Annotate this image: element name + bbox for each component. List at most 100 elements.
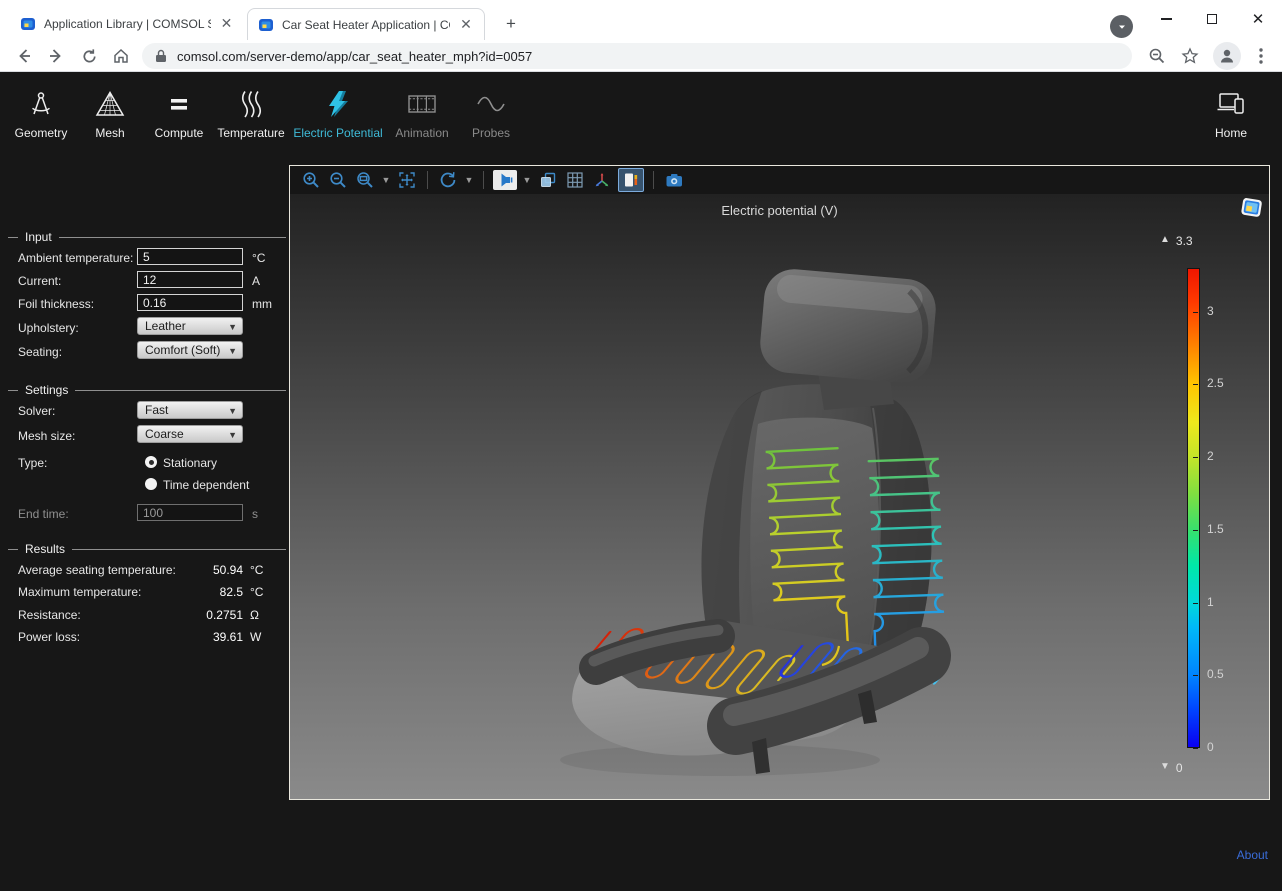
tab-close-icon[interactable]: ✕	[458, 17, 474, 33]
upholstery-select[interactable]: Leather ▼	[137, 317, 243, 335]
home-button[interactable]	[109, 44, 133, 68]
color-legend-toggle-button[interactable]	[618, 168, 644, 192]
result-avg-temp-value: 50.94	[213, 563, 243, 577]
mesh-size-value: Coarse	[145, 427, 184, 441]
chevron-down-icon: ▼	[228, 406, 237, 416]
zoom-box-dropdown-caret[interactable]: ▼	[381, 175, 391, 185]
back-button[interactable]	[12, 44, 36, 68]
minimize-icon	[1161, 18, 1172, 19]
result-max-temp-value: 82.5	[220, 585, 243, 599]
geometry-icon	[26, 86, 56, 122]
window-close-button[interactable]: ✕	[1236, 0, 1280, 38]
result-resistance-label: Resistance:	[18, 608, 81, 622]
input-section-legend: Input	[8, 230, 286, 244]
forward-arrow-icon	[47, 47, 65, 65]
ribbon-button-probes[interactable]: Probes	[436, 86, 546, 140]
seating-value: Comfort (Soft)	[145, 343, 220, 357]
maximize-icon	[1207, 14, 1217, 24]
triangle-down-icon: ▼	[1160, 761, 1170, 775]
view-dropdown-caret[interactable]: ▼	[522, 175, 532, 185]
about-link[interactable]: About	[1237, 848, 1268, 862]
rotate-view-button[interactable]	[437, 169, 459, 191]
axes-orientation-button[interactable]	[591, 169, 613, 191]
chevron-down-icon	[1117, 22, 1127, 32]
default-view-button[interactable]	[493, 170, 517, 190]
result-resistance-value: 0.2751	[206, 608, 243, 622]
address-bar[interactable]: comsol.com/server-demo/app/car_seat_heat…	[142, 43, 1132, 69]
home-icon	[112, 47, 130, 65]
solver-value: Fast	[145, 403, 168, 417]
browser-tab-application-library[interactable]: Application Library | COMSOL Se ✕	[10, 8, 242, 40]
compute-equals-icon	[164, 86, 194, 122]
reload-icon	[81, 48, 98, 65]
color-legend-icon	[621, 171, 641, 189]
comsol-favicon	[258, 17, 274, 33]
result-avg-temp-label: Average seating temperature:	[18, 563, 176, 577]
person-icon	[1218, 47, 1236, 65]
ambient-temperature-unit: °C	[252, 251, 265, 265]
colorbar-tick: 2.5	[1207, 376, 1224, 390]
browser-menu-button[interactable]	[1249, 44, 1273, 68]
media-controls-button[interactable]	[1110, 15, 1133, 38]
electric-potential-bolt-icon	[323, 86, 353, 122]
result-max-temp-unit: °C	[250, 585, 263, 599]
image-snapshot-button[interactable]	[663, 169, 685, 191]
rotate-dropdown-caret[interactable]: ▼	[464, 175, 474, 185]
zoom-indicator-button[interactable]	[1145, 44, 1169, 68]
speaker-icon	[496, 172, 514, 188]
mesh-icon	[95, 86, 125, 122]
radio-time-dependent[interactable]	[145, 478, 157, 490]
ambient-temperature-label: Ambient temperature:	[18, 251, 133, 265]
reload-button[interactable]	[77, 44, 101, 68]
radio-time-dependent-label: Time dependent	[163, 478, 249, 492]
toolbar-separator	[653, 171, 654, 189]
result-resistance-unit: Ω	[250, 608, 259, 622]
back-arrow-icon	[15, 47, 33, 65]
legend-text: Settings	[25, 383, 68, 397]
comsol-logo-icon	[1240, 197, 1264, 219]
grid-button[interactable]	[564, 169, 586, 191]
seating-label: Seating:	[18, 345, 62, 359]
browser-window: Application Library | COMSOL Se ✕ Car Se…	[0, 0, 1282, 891]
current-input[interactable]	[137, 271, 243, 288]
legend-text: Input	[25, 230, 52, 244]
tab-close-icon[interactable]: ✕	[219, 16, 234, 32]
foil-thickness-label: Foil thickness:	[18, 297, 94, 311]
mesh-size-select[interactable]: Coarse ▼	[137, 425, 243, 443]
result-power-loss-unit: W	[250, 630, 261, 644]
window-minimize-button[interactable]	[1144, 0, 1188, 38]
zoom-box-button[interactable]	[354, 169, 376, 191]
triangle-up-icon: ▲	[1160, 234, 1170, 248]
foil-thickness-input[interactable]	[137, 294, 243, 311]
bookmark-button[interactable]	[1178, 44, 1202, 68]
new-tab-button[interactable]: +	[500, 13, 522, 35]
lock-icon	[155, 49, 167, 63]
colorbar-tick: 1.5	[1207, 522, 1224, 536]
solver-select[interactable]: Fast ▼	[137, 401, 243, 419]
transparency-button[interactable]	[537, 169, 559, 191]
upholstery-value: Leather	[145, 319, 186, 333]
current-label: Current:	[18, 274, 61, 288]
zoom-in-button[interactable]	[300, 169, 322, 191]
zoom-extents-button[interactable]	[396, 169, 418, 191]
forward-button[interactable]	[44, 44, 68, 68]
probes-wave-icon	[475, 86, 507, 122]
colorbar-max-value: 3.3	[1176, 234, 1193, 248]
mesh-size-label: Mesh size:	[18, 429, 75, 443]
end-time-unit: s	[252, 507, 258, 521]
browser-tab-car-seat-heater[interactable]: Car Seat Heater Application | CO ✕	[247, 8, 485, 40]
ambient-temperature-input[interactable]	[137, 248, 243, 265]
radio-stationary[interactable]	[145, 456, 157, 468]
upholstery-label: Upholstery:	[18, 321, 79, 335]
colorbar-tick: 0.5	[1207, 667, 1224, 681]
ribbon-button-home[interactable]: Home	[1176, 86, 1282, 140]
profile-avatar[interactable]	[1213, 42, 1241, 70]
colorbar-tick: 3	[1207, 304, 1214, 318]
zoom-out-button[interactable]	[327, 169, 349, 191]
results-section-legend: Results	[8, 542, 286, 556]
plot-canvas[interactable]: Electric potential (V)	[290, 194, 1269, 799]
seating-select[interactable]: Comfort (Soft) ▼	[137, 341, 243, 359]
window-maximize-button[interactable]	[1190, 0, 1234, 38]
end-time-input	[137, 504, 243, 521]
home-devices-icon	[1215, 86, 1247, 122]
